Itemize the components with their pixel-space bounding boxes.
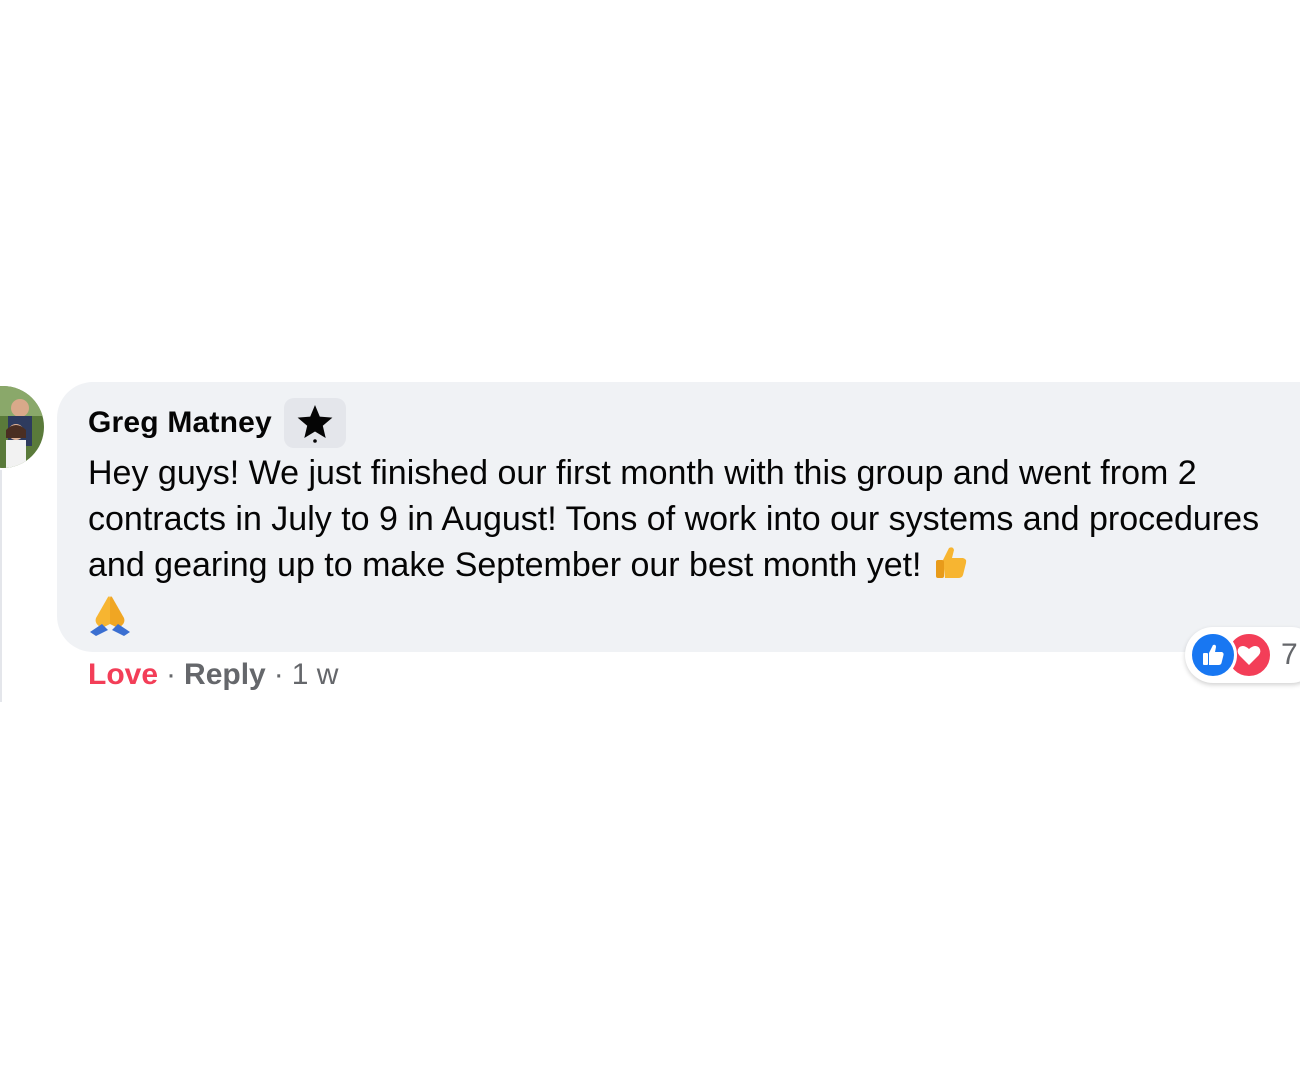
love-button[interactable]: Love [88, 658, 158, 692]
thread-line [0, 470, 2, 702]
comment-body: Hey guys! We just finished our first mon… [88, 450, 1288, 648]
comment-text: Hey guys! We just finished our first mon… [88, 454, 1260, 584]
reaction-summary[interactable]: 7 [1185, 627, 1300, 683]
like-icon [1189, 631, 1237, 679]
timestamp[interactable]: 1 w [292, 658, 339, 692]
top-fan-badge[interactable] [283, 398, 346, 448]
comment-thread: Greg Matney Hey guys! We just finished o… [0, 0, 1300, 1080]
thumbs-up-icon [931, 542, 971, 594]
avatar[interactable] [0, 386, 44, 468]
separator: · [166, 658, 177, 691]
author-name[interactable]: Greg Matney [88, 406, 272, 440]
reply-button[interactable]: Reply [184, 658, 266, 692]
separator: · [273, 658, 284, 691]
comment-actions: Love · Reply · 1 w [88, 655, 338, 695]
comment-header: Greg Matney [88, 398, 346, 448]
star-icon [297, 405, 333, 443]
folded-hands-icon [88, 594, 132, 648]
reaction-count: 7 [1281, 638, 1298, 671]
